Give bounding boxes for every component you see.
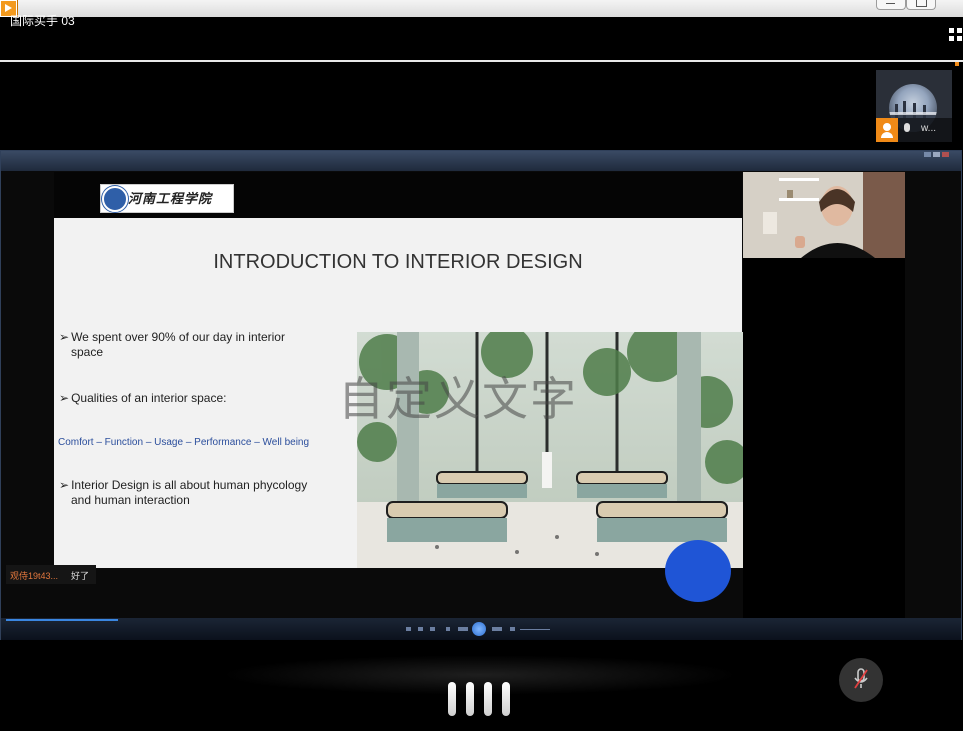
bullet-2-text: Qualities of an interior space: <box>71 391 227 405</box>
loading-indicator-icon <box>446 682 516 716</box>
stop-icon[interactable] <box>406 627 411 631</box>
status-dot <box>955 62 959 66</box>
next-icon[interactable] <box>510 627 515 631</box>
presenter-video-icon <box>743 172 905 258</box>
meeting-titlebar <box>0 17 963 62</box>
previous-icon[interactable] <box>418 627 423 631</box>
chat-message: 好了 <box>71 571 90 581</box>
bullet-marker: ➢ <box>59 478 70 492</box>
slide-title: INTRODUCTION TO INTERIOR DESIGN <box>213 251 583 273</box>
logo-text: 河南工程学院 <box>128 192 213 207</box>
progress-bar[interactable] <box>6 619 118 621</box>
mic-icon <box>904 123 910 132</box>
step-back-icon[interactable] <box>446 627 450 631</box>
system-titlebar <box>0 0 963 18</box>
host-icon <box>876 118 898 142</box>
slow-icon[interactable] <box>458 627 468 631</box>
play-button[interactable] <box>472 622 486 636</box>
chat-username: 观侍19t43... <box>10 571 59 581</box>
bullet-marker: ➢ <box>59 391 70 405</box>
qualities-list: Comfort – Function – Usage – Performance… <box>58 437 310 448</box>
bullet-2: ➢ Qualities of an interior space: <box>59 391 349 406</box>
participant-name: w... <box>921 123 937 134</box>
watermark-text: 自定义文字 <box>338 373 578 425</box>
minimize-button[interactable] <box>876 0 906 10</box>
close-button[interactable] <box>936 0 963 9</box>
player-toolbar <box>1 151 961 171</box>
mic-off-icon <box>853 668 869 690</box>
bullet-3-text: Interior Design is all about human phyco… <box>71 478 308 492</box>
bullet-3-continuation: and human interaction <box>71 493 190 507</box>
bullet-1-text: We spent over 90% of our day in interior <box>71 330 285 344</box>
presenter-webcam[interactable] <box>743 172 905 258</box>
window-title: 国际买手 03 <box>10 14 75 28</box>
presenter-panel <box>743 258 905 618</box>
cursor-highlight <box>665 540 731 602</box>
bullet-1: ➢ We spent over 90% of our day in interio… <box>59 330 349 345</box>
fast-icon[interactable] <box>492 627 502 631</box>
bullet-marker: ➢ <box>59 330 70 344</box>
bullet-3: ➢ Interior Design is all about human phyc… <box>59 478 359 493</box>
rewind-icon[interactable] <box>430 627 435 631</box>
university-emblem-icon <box>102 186 128 212</box>
player-window-controls[interactable] <box>924 152 958 158</box>
maximize-button[interactable] <box>906 0 936 10</box>
volume-slider[interactable] <box>520 629 550 630</box>
gallery-view-icon[interactable] <box>949 28 963 42</box>
bullet-1-continuation: space <box>71 345 104 359</box>
